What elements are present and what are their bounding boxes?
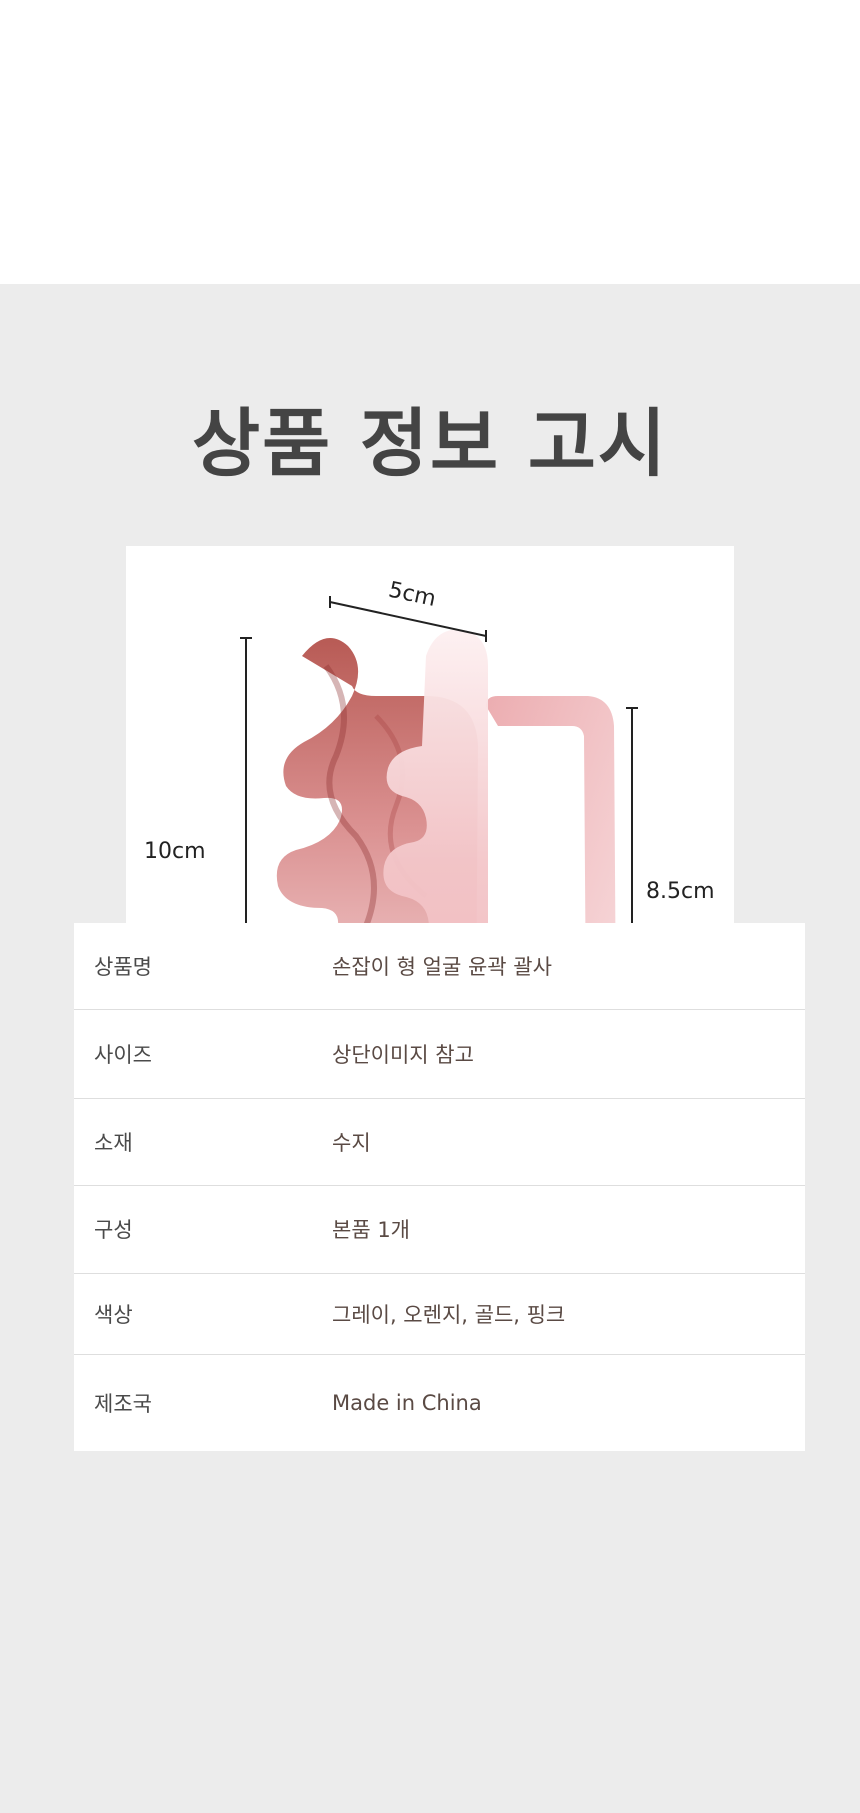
spec-label: 제조국 — [94, 1391, 152, 1416]
width-label: 5cm — [386, 578, 438, 612]
spec-label: 구성 — [94, 1218, 133, 1242]
spec-label: 상품명 — [94, 954, 152, 979]
spec-value: 수지 — [332, 1130, 371, 1155]
section-title: 상품 정보 고시 — [191, 401, 668, 487]
spec-label: 소재 — [94, 1130, 133, 1155]
spec-value: 본품 1개 — [332, 1218, 410, 1242]
table-row: 구성 본품 1개 — [74, 1185, 805, 1273]
spec-label: 사이즈 — [94, 1042, 152, 1067]
height-label: 10cm — [144, 839, 206, 864]
table-row: 상품명 손잡이 형 얼굴 윤곽 괄사 — [74, 923, 805, 1009]
spec-value: 상단이미지 참고 — [332, 1042, 474, 1067]
table-row: 사이즈 상단이미지 참고 — [74, 1009, 805, 1098]
spec-table: 상품명 손잡이 형 얼굴 윤곽 괄사 사이즈 상단이미지 참고 소재 수지 구성… — [74, 923, 805, 1451]
table-row: 색상 그레이, 오렌지, 골드, 핑크 — [74, 1273, 805, 1354]
table-row: 제조국 Made in China — [74, 1354, 805, 1451]
handle-height-label: 8.5cm — [646, 879, 715, 904]
top-blank-area — [0, 0, 860, 284]
spec-value: 그레이, 오렌지, 골드, 핑크 — [332, 1302, 566, 1327]
table-row: 소재 수지 — [74, 1098, 805, 1185]
spec-value: Made in China — [332, 1390, 482, 1415]
spec-value: 손잡이 형 얼굴 윤곽 괄사 — [332, 954, 552, 979]
spec-label: 색상 — [94, 1302, 133, 1327]
